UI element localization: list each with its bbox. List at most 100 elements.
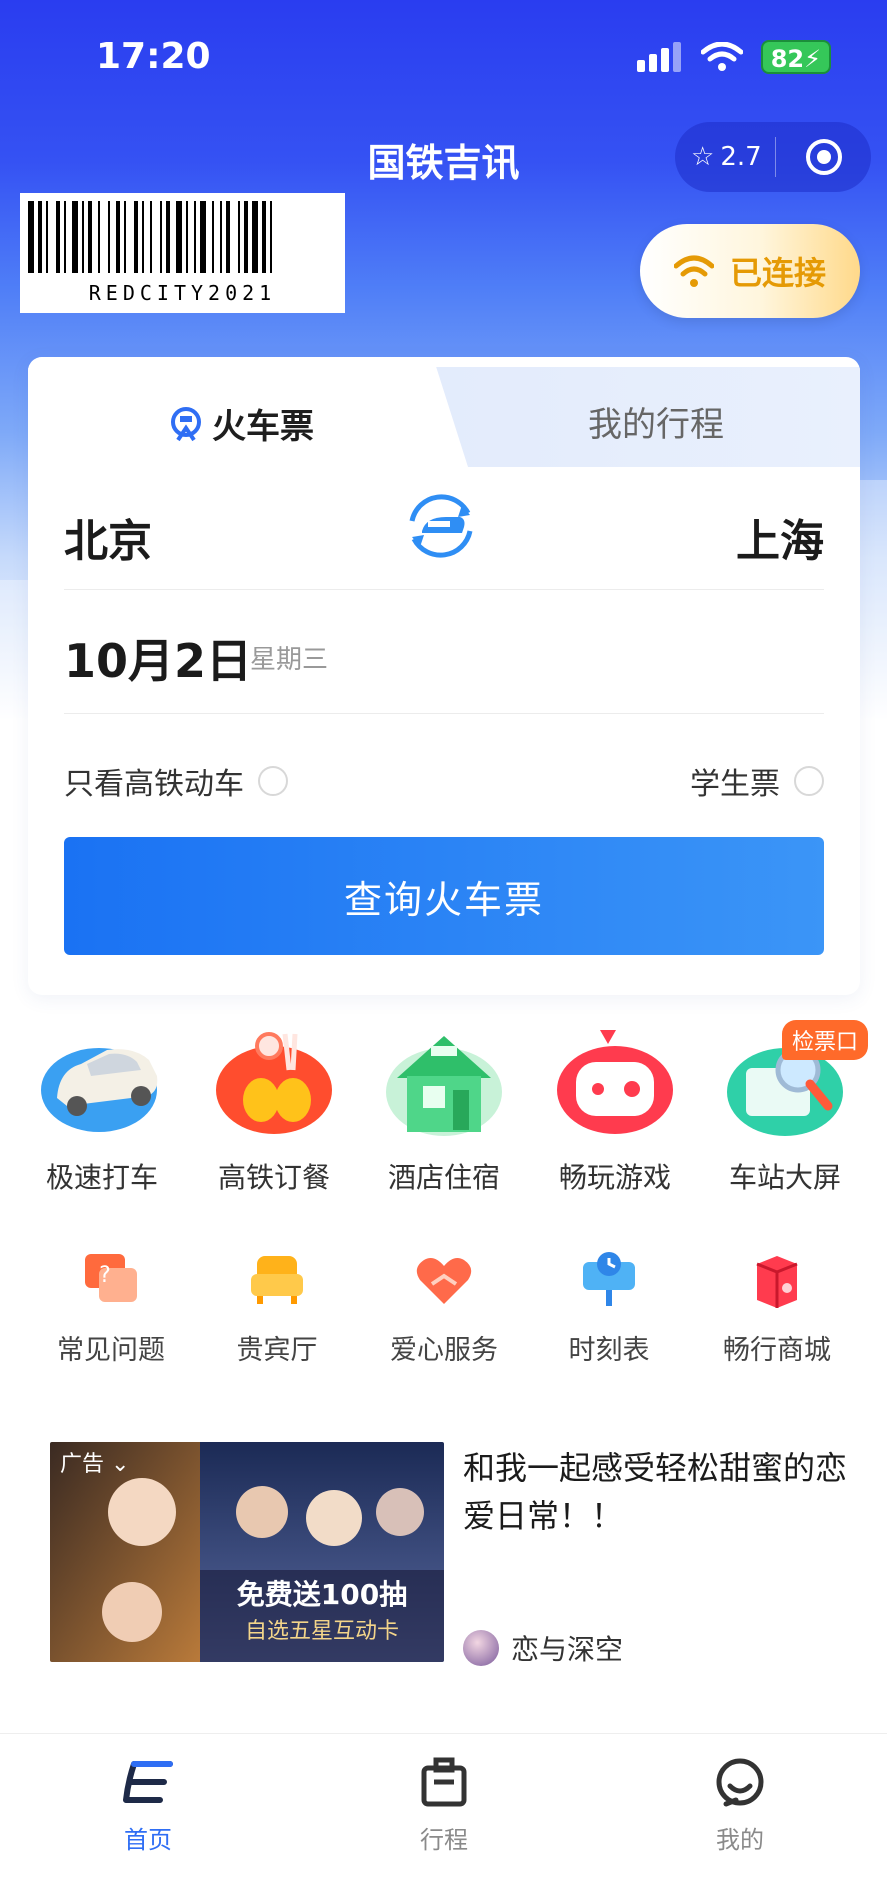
status-icons: 82⚡ — [636, 40, 831, 74]
departure-date[interactable]: 10月2日 — [64, 625, 252, 691]
barcode-bar — [194, 201, 196, 273]
game-icon — [557, 1030, 673, 1134]
departure-weekday: 星期三 — [250, 645, 329, 675]
barcode-bar — [226, 201, 230, 273]
service-label: 常见问题 — [57, 1335, 165, 1366]
barcode-bar — [82, 201, 84, 273]
tab-label: 我的 — [716, 1826, 764, 1854]
high-speed-only-label: 只看高铁动车 — [64, 767, 244, 802]
ad-source-name: 恋与深空 — [511, 1633, 624, 1666]
service-label: 酒店住宿 — [387, 1161, 500, 1194]
mini-program-capsule: ☆ 2.7 — [675, 122, 871, 192]
wifi-status-icon — [700, 42, 743, 71]
tab-train-label[interactable]: 火车票 — [168, 399, 314, 448]
train-swap-icon — [409, 494, 473, 558]
barcode-bar — [64, 201, 66, 273]
hotel-icon — [386, 1036, 502, 1136]
rating-value: 2.7 — [720, 142, 762, 172]
briefcase-icon — [421, 1757, 467, 1807]
barcode-bar — [262, 201, 266, 273]
barcode-bar — [220, 201, 222, 273]
barcode-bar — [212, 201, 214, 273]
service-label: 畅行商城 — [723, 1335, 831, 1366]
timetable-icon — [583, 1252, 635, 1306]
barcode-text: REDCITY2021 — [88, 281, 277, 305]
car-icon — [41, 1048, 158, 1132]
svg-text:?: ? — [99, 1263, 111, 1288]
tab-profile[interactable]: 我的 — [680, 1754, 800, 1855]
tab-home[interactable]: 首页 — [88, 1754, 208, 1855]
divider — [64, 589, 824, 590]
departure-city[interactable]: 北京 — [64, 505, 152, 569]
service-label: 极速打车 — [45, 1161, 158, 1194]
high-speed-only-radio[interactable] — [258, 766, 288, 796]
home-icon — [123, 1761, 173, 1803]
barcode-bar — [134, 201, 138, 273]
service-heart[interactable]: 爱心服务 — [359, 1250, 529, 1367]
ad-tag-label: 广告 — [60, 1452, 105, 1477]
tab-trip-text[interactable]: 我的行程 — [588, 397, 724, 446]
service-timetable[interactable]: 时刻表 — [524, 1250, 694, 1367]
service-mall[interactable]: 畅行商城 — [692, 1250, 862, 1367]
student-ticket-toggle[interactable]: 学生票 — [690, 759, 824, 803]
swap-cities-button[interactable] — [402, 487, 480, 565]
railway-logo-icon — [171, 406, 201, 441]
barcode-bar — [28, 201, 34, 273]
barcode-bar — [160, 201, 162, 273]
student-ticket-label: 学生票 — [690, 767, 780, 802]
service-label: 贵宾厅 — [236, 1335, 318, 1366]
heart-service-icon — [416, 1258, 472, 1304]
service-label: 车站大屏 — [728, 1161, 841, 1194]
profile-icon — [716, 1758, 764, 1807]
battery-indicator: 82⚡ — [760, 40, 831, 74]
barcode-bar — [186, 201, 188, 273]
barcode-bar — [176, 201, 182, 273]
status-time: 17:20 — [96, 36, 211, 77]
barcode-bar — [88, 201, 92, 273]
barcode-bar — [200, 201, 206, 273]
service-vip-lounge[interactable]: 贵宾厅 — [192, 1250, 362, 1367]
service-label: 爱心服务 — [390, 1335, 498, 1366]
barcode-bar — [46, 201, 48, 273]
target-icon — [805, 139, 842, 175]
avatar — [463, 1630, 499, 1666]
barcode-bar — [244, 201, 248, 273]
tab-label: 行程 — [420, 1826, 468, 1854]
ticket-search-card: 火车票 我的行程 北京 上海 10月2日 星期三 只看高铁动车 学生票 查询火车… — [28, 357, 860, 995]
secondary-services-grid: ? 常见问题 贵宾厅 爱心服务 时刻表 畅行商城 — [0, 1250, 887, 1380]
ad-promo-text-2: 自选五星互动卡 — [245, 1619, 399, 1644]
barcode-bar — [150, 201, 152, 273]
arrival-city[interactable]: 上海 — [736, 505, 824, 569]
close-mini-program-button[interactable] — [776, 137, 871, 177]
barcode-bar — [270, 201, 272, 273]
service-meal[interactable]: 高铁订餐 — [189, 1020, 359, 1196]
search-tickets-button[interactable]: 查询火车票 — [64, 837, 824, 955]
wifi-connected-button[interactable]: 已连接 — [640, 224, 860, 318]
rating-button[interactable]: ☆ 2.7 — [675, 142, 775, 172]
barcode-bar — [38, 201, 42, 273]
ad-promo-text-1: 免费送100抽 — [237, 1578, 407, 1611]
service-games[interactable]: 畅玩游戏 — [530, 1020, 700, 1196]
barcode-bar — [238, 201, 240, 273]
mall-icon — [756, 1256, 798, 1308]
divider — [64, 713, 824, 714]
barcode-bar — [56, 201, 60, 273]
service-taxi[interactable]: 极速打车 — [17, 1020, 187, 1196]
ad-tag[interactable]: 广告 ⌄ — [60, 1446, 129, 1478]
star-icon: ☆ — [691, 142, 715, 172]
barcode-bar — [252, 201, 258, 273]
barcode-bar — [98, 201, 100, 273]
tab-trips[interactable]: 行程 — [384, 1754, 504, 1855]
service-label: 高铁订餐 — [217, 1161, 330, 1194]
service-hotel[interactable]: 酒店住宿 — [359, 1020, 529, 1196]
student-ticket-radio[interactable] — [794, 766, 824, 796]
service-label: 时刻表 — [568, 1335, 650, 1366]
high-speed-only-toggle[interactable]: 只看高铁动车 — [64, 759, 288, 803]
ad-source[interactable]: 恋与深空 — [463, 1628, 623, 1668]
ad-title[interactable]: 和我一起感受轻松甜蜜的恋爱日常！！ — [463, 1444, 863, 1540]
service-label: 畅玩游戏 — [558, 1161, 671, 1194]
tab-label: 首页 — [124, 1826, 172, 1854]
service-faq[interactable]: ? 常见问题 — [26, 1250, 196, 1367]
wifi-connected-label: 已连接 — [729, 254, 826, 292]
barcode-bar — [166, 201, 170, 273]
